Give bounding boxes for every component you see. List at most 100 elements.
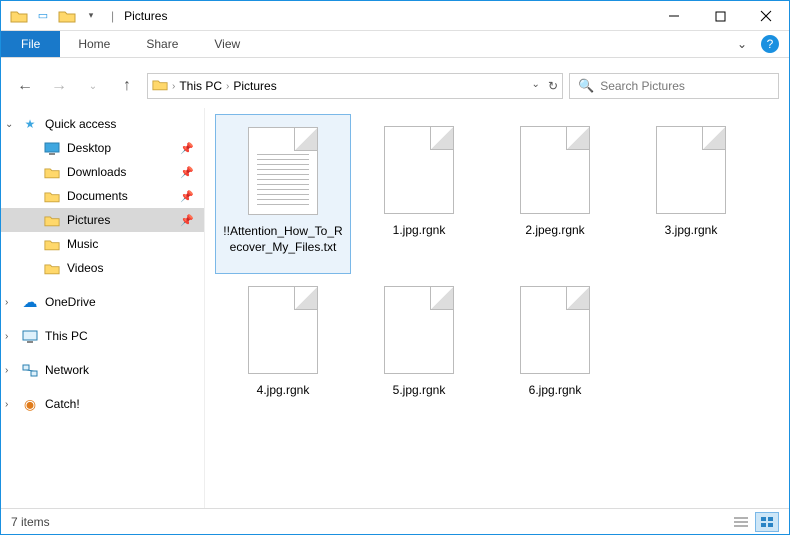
sidebar-item-downloads[interactable]: Downloads 📌 bbox=[1, 160, 204, 184]
ribbon-tab-view[interactable]: View bbox=[196, 31, 258, 57]
sidebar-item-desktop[interactable]: Desktop📌 bbox=[1, 136, 204, 160]
ribbon-tab-share[interactable]: Share bbox=[128, 31, 196, 57]
large-icons-view-button[interactable] bbox=[755, 512, 779, 532]
sidebar-item-documents[interactable]: Documents 📌 bbox=[1, 184, 204, 208]
window-title: Pictures bbox=[124, 9, 167, 23]
title-separator: | bbox=[111, 9, 114, 23]
desktop-icon bbox=[43, 139, 61, 157]
refresh-icon[interactable]: ↻ bbox=[548, 79, 558, 93]
music-icon bbox=[43, 235, 61, 253]
generic-file-icon bbox=[520, 126, 590, 214]
file-item[interactable]: 2.jpeg.rgnk bbox=[487, 114, 623, 274]
sidebar-item-label: OneDrive bbox=[45, 295, 96, 309]
documents-icon bbox=[43, 187, 61, 205]
ribbon: File Home Share View ⌄ ? bbox=[1, 31, 789, 58]
sidebar-item-label: Downloads bbox=[67, 165, 126, 179]
sidebar-item-label: Network bbox=[45, 363, 89, 377]
generic-file-icon bbox=[384, 126, 454, 214]
downloads-icon bbox=[43, 163, 61, 181]
status-bar: 7 items bbox=[1, 508, 789, 534]
generic-file-icon bbox=[384, 286, 454, 374]
forward-button[interactable]: → bbox=[45, 72, 73, 100]
back-button[interactable]: ← bbox=[11, 72, 39, 100]
maximize-button[interactable] bbox=[697, 1, 743, 31]
chevron-right-icon[interactable]: › bbox=[226, 81, 229, 92]
titlebar: ▭ ▾ | Pictures bbox=[1, 1, 789, 31]
chevron-right-icon[interactable]: › bbox=[5, 365, 8, 376]
file-name-label: 2.jpeg.rgnk bbox=[525, 223, 584, 239]
sidebar-item-label: Quick access bbox=[45, 117, 116, 131]
sidebar-item-this-pc[interactable]: › This PC bbox=[1, 324, 204, 348]
file-name-label: 1.jpg.rgnk bbox=[393, 223, 446, 239]
sidebar-item-onedrive[interactable]: › ☁ OneDrive bbox=[1, 290, 204, 314]
up-button[interactable]: ↑ bbox=[113, 72, 141, 100]
quick-access-group: ⌄ ★ Quick access Desktop📌Downloads📌Docum… bbox=[1, 112, 204, 280]
file-list[interactable]: !!Attention_How_To_Recover_My_Files.txt 1… bbox=[205, 108, 789, 508]
address-dropdown-icon[interactable]: ⌄ bbox=[532, 79, 540, 93]
sidebar-quick-access[interactable]: ⌄ ★ Quick access bbox=[1, 112, 204, 136]
address-bar[interactable]: › This PC › Pictures ⌄ ↻ bbox=[147, 73, 563, 99]
close-button[interactable] bbox=[743, 1, 789, 31]
sidebar-item-label: Catch! bbox=[45, 397, 80, 411]
file-name-label: 3.jpg.rgnk bbox=[665, 223, 718, 239]
sidebar-item-network[interactable]: › Network bbox=[1, 358, 204, 382]
new-folder-icon[interactable] bbox=[57, 6, 77, 26]
minimize-button[interactable] bbox=[651, 1, 697, 31]
search-input[interactable]: 🔍 Search Pictures bbox=[569, 73, 779, 99]
help-icon[interactable]: ? bbox=[761, 35, 779, 53]
address-folder-icon bbox=[152, 78, 168, 94]
chevron-right-icon[interactable]: › bbox=[5, 399, 8, 410]
sidebar-item-label: Documents bbox=[67, 189, 128, 203]
breadcrumb-item[interactable]: Pictures bbox=[233, 79, 276, 93]
videos-icon bbox=[43, 259, 61, 277]
ribbon-file-tab[interactable]: File bbox=[1, 31, 60, 57]
thispc-icon bbox=[21, 327, 39, 345]
catch-icon: ◉ bbox=[21, 395, 39, 413]
sidebar-item-label: Desktop bbox=[67, 141, 111, 155]
chevron-down-icon[interactable]: ⌄ bbox=[5, 119, 13, 130]
search-icon: 🔍 bbox=[578, 78, 594, 94]
sidebar-item-catch-[interactable]: › ◉ Catch! bbox=[1, 392, 204, 416]
chevron-right-icon[interactable]: › bbox=[5, 331, 8, 342]
onedrive-icon: ☁ bbox=[21, 293, 39, 311]
file-item[interactable]: 6.jpg.rgnk bbox=[487, 274, 623, 434]
generic-file-icon bbox=[520, 286, 590, 374]
recent-dropdown-icon[interactable]: ⌄ bbox=[79, 72, 107, 100]
file-name-label: 4.jpg.rgnk bbox=[257, 383, 310, 399]
sidebar-item-videos[interactable]: Videos bbox=[1, 256, 204, 280]
sidebar-item-music[interactable]: Music bbox=[1, 232, 204, 256]
network-icon bbox=[21, 361, 39, 379]
generic-file-icon bbox=[248, 286, 318, 374]
explorer-icon bbox=[9, 6, 29, 26]
sidebar-item-pictures[interactable]: Pictures📌 bbox=[1, 208, 204, 232]
file-item[interactable]: 1.jpg.rgnk bbox=[351, 114, 487, 274]
pictures-icon bbox=[43, 211, 61, 229]
sidebar-item-label: Videos bbox=[67, 261, 103, 275]
breadcrumb-item[interactable]: This PC bbox=[179, 79, 222, 93]
generic-file-icon bbox=[656, 126, 726, 214]
file-item[interactable]: !!Attention_How_To_Recover_My_Files.txt bbox=[215, 114, 351, 274]
details-view-button[interactable] bbox=[729, 512, 753, 532]
search-placeholder: Search Pictures bbox=[600, 79, 685, 93]
text-file-icon bbox=[248, 127, 318, 215]
file-item[interactable]: 3.jpg.rgnk bbox=[623, 114, 759, 274]
quick-access-toolbar: ▭ ▾ | Pictures bbox=[1, 6, 167, 26]
chevron-right-icon[interactable]: › bbox=[5, 297, 8, 308]
file-name-label: 6.jpg.rgnk bbox=[529, 383, 582, 399]
chevron-right-icon[interactable]: › bbox=[172, 81, 175, 92]
file-name-label: !!Attention_How_To_Recover_My_Files.txt bbox=[223, 224, 343, 255]
qat-dropdown-icon[interactable]: ▾ bbox=[81, 6, 101, 26]
file-item[interactable]: 5.jpg.rgnk bbox=[351, 274, 487, 434]
sidebar-item-label: This PC bbox=[45, 329, 88, 343]
ribbon-expand-icon[interactable]: ⌄ bbox=[737, 37, 747, 51]
navigation-bar: ← → ⌄ ↑ › This PC › Pictures ⌄ ↻ 🔍 Searc… bbox=[1, 68, 789, 108]
pin-icon: 📌 bbox=[180, 190, 194, 203]
content-area: ⌄ ★ Quick access Desktop📌Downloads📌Docum… bbox=[1, 108, 789, 508]
ribbon-tab-home[interactable]: Home bbox=[60, 31, 128, 57]
pin-icon: 📌 bbox=[180, 166, 194, 179]
file-name-label: 5.jpg.rgnk bbox=[393, 383, 446, 399]
properties-icon[interactable]: ▭ bbox=[33, 6, 53, 26]
pin-icon: 📌 bbox=[180, 214, 194, 227]
navigation-pane[interactable]: ⌄ ★ Quick access Desktop📌Downloads📌Docum… bbox=[1, 108, 205, 508]
file-item[interactable]: 4.jpg.rgnk bbox=[215, 274, 351, 434]
